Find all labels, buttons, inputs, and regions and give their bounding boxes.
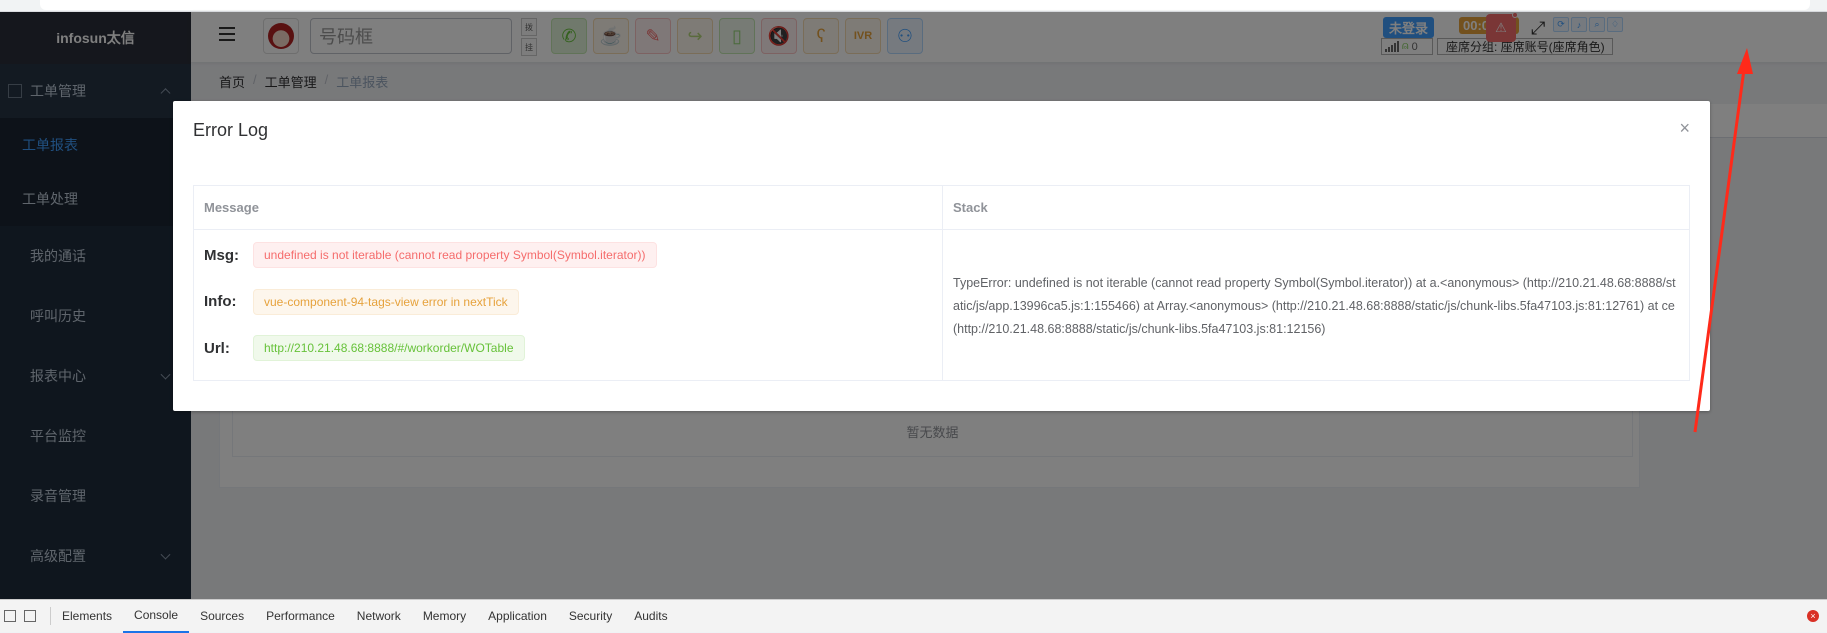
devtools-tab-console[interactable]: Console — [123, 600, 190, 633]
msg-row: Msg: undefined is not iterable (cannot r… — [204, 234, 932, 276]
table-row: Msg: undefined is not iterable (cannot r… — [194, 230, 1689, 380]
msg-label: Msg: — [204, 246, 239, 264]
annotation-arrow-head — [1737, 48, 1753, 74]
error-log-dialog: Error Log × Message Stack Msg: undefined… — [173, 101, 1710, 411]
address-bar[interactable] — [40, 0, 1810, 10]
error-count-icon[interactable]: × — [1807, 610, 1819, 622]
url-label: Url: — [204, 339, 230, 357]
devtools-tab-security[interactable]: Security — [558, 600, 623, 633]
table-header: Message Stack — [194, 186, 1689, 230]
inspect-icon[interactable] — [4, 610, 16, 622]
error-table: Message Stack Msg: undefined is not iter… — [193, 185, 1690, 381]
info-label: Info: — [204, 293, 237, 310]
msg-tag: undefined is not iterable (cannot read p… — [253, 242, 657, 268]
devtools-bar: Elements Console Sources Performance Net… — [0, 599, 1827, 633]
devtools-tab-application[interactable]: Application — [477, 600, 558, 633]
device-toggle-icon[interactable] — [24, 610, 36, 622]
devtools-tab-elements[interactable]: Elements — [51, 600, 123, 633]
annotation-arrow — [1693, 48, 1753, 433]
dialog-title: Error Log — [193, 120, 269, 140]
close-icon[interactable]: × — [1679, 118, 1690, 139]
annotation-arrow-line — [1693, 61, 1747, 433]
devtools-icons — [0, 607, 51, 625]
column-header-message: Message — [194, 186, 943, 229]
devtools-tab-network[interactable]: Network — [346, 600, 412, 633]
devtools-tab-performance[interactable]: Performance — [255, 600, 346, 633]
devtools-tab-sources[interactable]: Sources — [189, 600, 255, 633]
info-row: Info: vue-component-94-tags-view error i… — [204, 276, 932, 327]
info-tag: vue-component-94-tags-view error in next… — [253, 288, 519, 315]
browser-chrome — [0, 0, 1827, 12]
column-header-stack: Stack — [953, 200, 988, 215]
url-tag: http://210.21.48.68:8888/#/workorder/WOT… — [253, 335, 525, 361]
devtools-tab-memory[interactable]: Memory — [412, 600, 477, 633]
message-cell: Msg: undefined is not iterable (cannot r… — [194, 230, 943, 380]
url-row: Url: http://210.21.48.68:8888/#/workorde… — [204, 327, 932, 369]
devtools-tab-audits[interactable]: Audits — [623, 600, 678, 633]
stack-cell: TypeError: undefined is not iterable (ca… — [953, 276, 1676, 336]
